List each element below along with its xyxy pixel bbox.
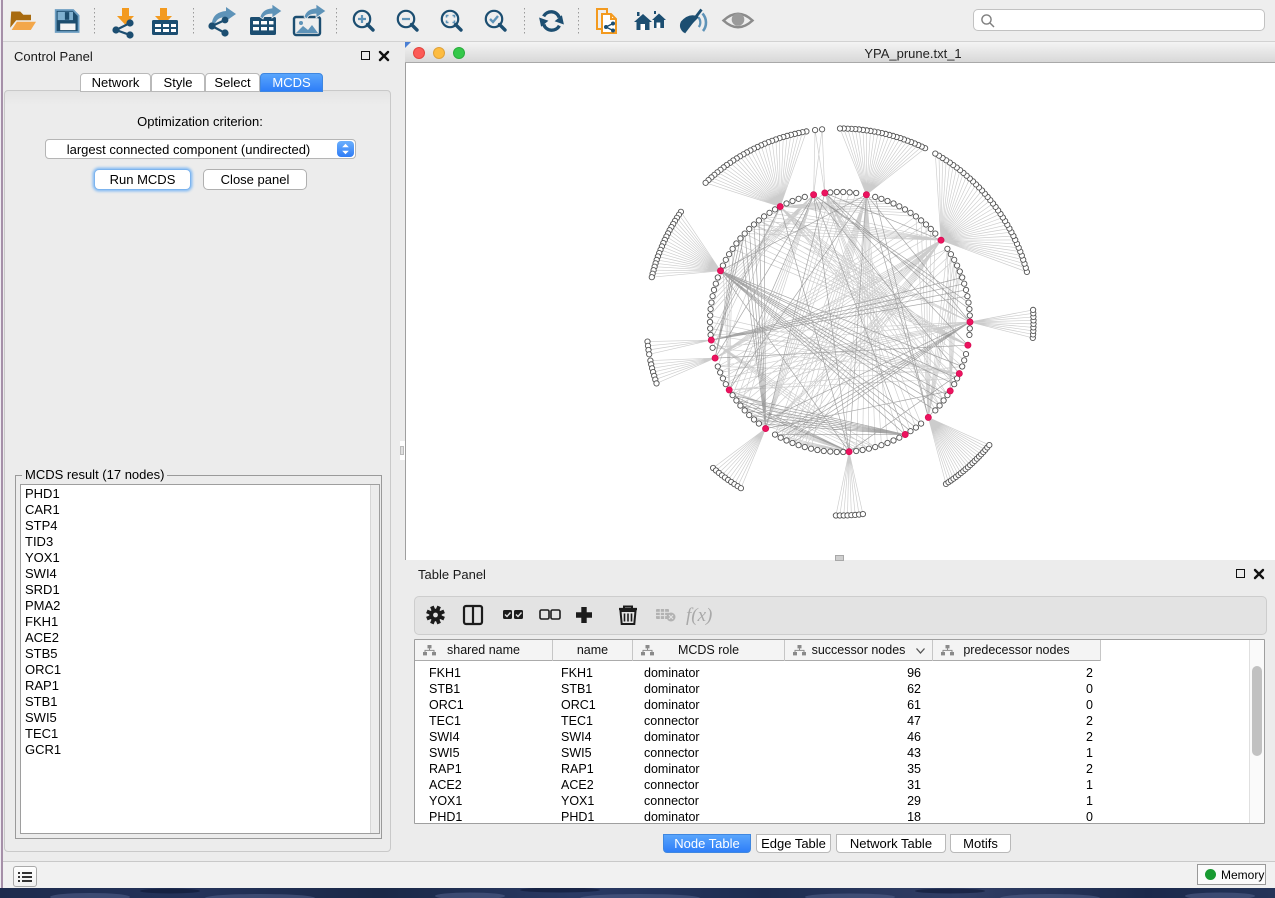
svg-text:f(x): f(x) (686, 605, 712, 626)
